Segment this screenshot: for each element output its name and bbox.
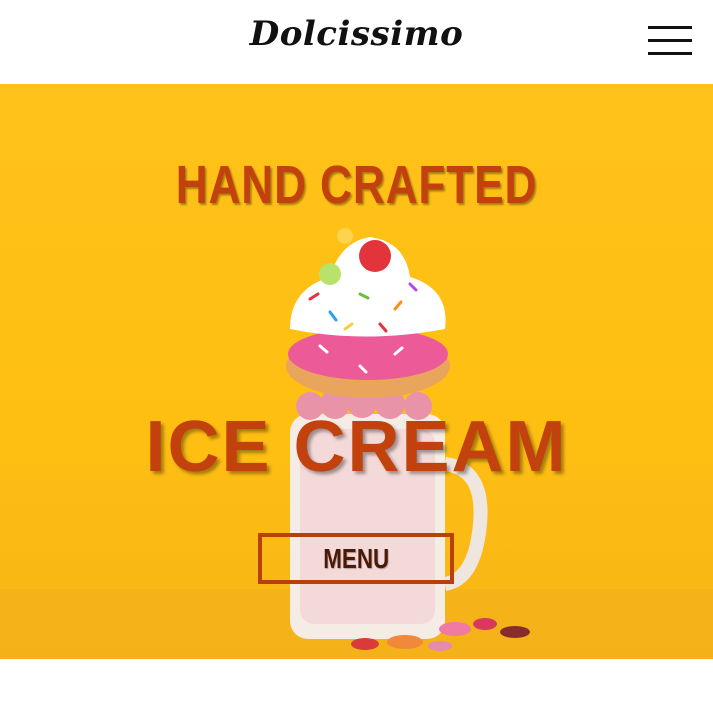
hero-headline: ICE CREAM bbox=[145, 407, 568, 487]
menu-button-label: MENU bbox=[323, 542, 389, 574]
hero-banner: HAND CRAFTED ICE CREAM MENU bbox=[0, 84, 713, 659]
hamburger-icon[interactable] bbox=[648, 26, 692, 56]
hamburger-line bbox=[648, 52, 692, 55]
site-logo[interactable]: Dolcissimo bbox=[0, 14, 713, 54]
hamburger-line bbox=[648, 26, 692, 29]
menu-button[interactable]: MENU bbox=[258, 533, 454, 584]
hero-title: HAND CRAFTED bbox=[175, 155, 538, 215]
site-header: Dolcissimo bbox=[0, 0, 713, 84]
hamburger-line bbox=[648, 39, 692, 42]
